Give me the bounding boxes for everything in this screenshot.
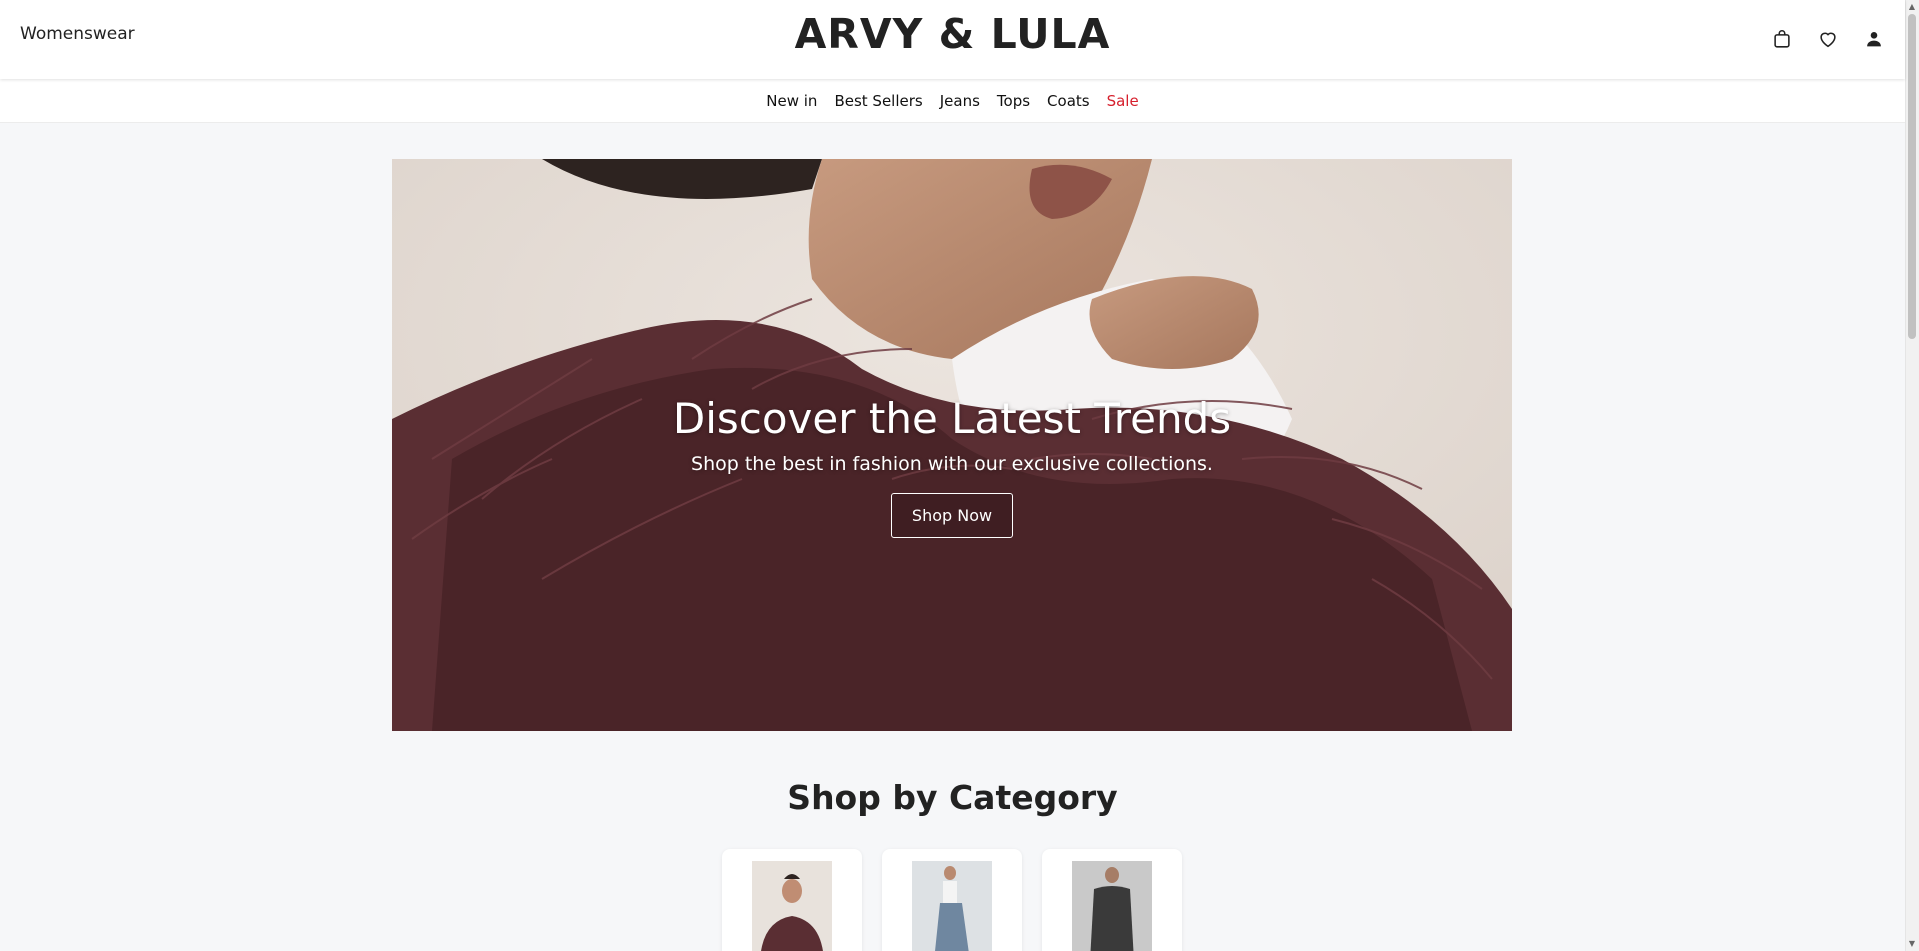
category-photo bbox=[752, 861, 832, 951]
brand-logo[interactable]: ARVY & LULA bbox=[0, 10, 1905, 58]
nav-item-jeans[interactable]: Jeans bbox=[940, 92, 980, 110]
scroll-up-arrow-icon[interactable]: ▲ bbox=[1908, 3, 1916, 11]
category-image bbox=[752, 861, 832, 951]
category-card[interactable] bbox=[882, 849, 1022, 951]
scrollbar-thumb[interactable] bbox=[1908, 14, 1916, 339]
user-icon[interactable] bbox=[1861, 26, 1887, 52]
category-photo bbox=[1072, 861, 1152, 951]
shop-now-button[interactable]: Shop Now bbox=[890, 493, 1014, 538]
category-nav: New in Best Sellers Jeans Tops Coats Sal… bbox=[0, 79, 1905, 123]
nav-item-coats[interactable]: Coats bbox=[1047, 92, 1090, 110]
category-card[interactable] bbox=[722, 849, 862, 951]
category-card[interactable] bbox=[1042, 849, 1182, 951]
page-scrollbar[interactable]: ▲ ▼ bbox=[1905, 0, 1919, 951]
nav-item-new-in[interactable]: New in bbox=[766, 92, 817, 110]
site-header: Womenswear ARVY & LULA bbox=[0, 0, 1905, 79]
hero-title: Discover the Latest Trends bbox=[672, 394, 1232, 443]
category-image bbox=[1072, 861, 1152, 951]
hero-banner: Discover the Latest Trends Shop the best… bbox=[392, 159, 1512, 731]
nav-item-tops[interactable]: Tops bbox=[997, 92, 1030, 110]
category-section-title: Shop by Category bbox=[787, 778, 1118, 817]
category-cards bbox=[722, 849, 1182, 951]
category-photo bbox=[912, 861, 992, 951]
shopping-bag-icon[interactable] bbox=[1769, 26, 1795, 52]
hero-content: Discover the Latest Trends Shop the best… bbox=[392, 159, 1512, 731]
heart-icon[interactable] bbox=[1815, 26, 1841, 52]
hero-subtitle: Shop the best in fashion with our exclus… bbox=[691, 453, 1213, 475]
scroll-down-arrow-icon[interactable]: ▼ bbox=[1908, 940, 1916, 948]
nav-item-sale[interactable]: Sale bbox=[1107, 92, 1139, 110]
nav-item-best-sellers[interactable]: Best Sellers bbox=[834, 92, 922, 110]
header-icons bbox=[1769, 26, 1887, 52]
category-image bbox=[912, 861, 992, 951]
